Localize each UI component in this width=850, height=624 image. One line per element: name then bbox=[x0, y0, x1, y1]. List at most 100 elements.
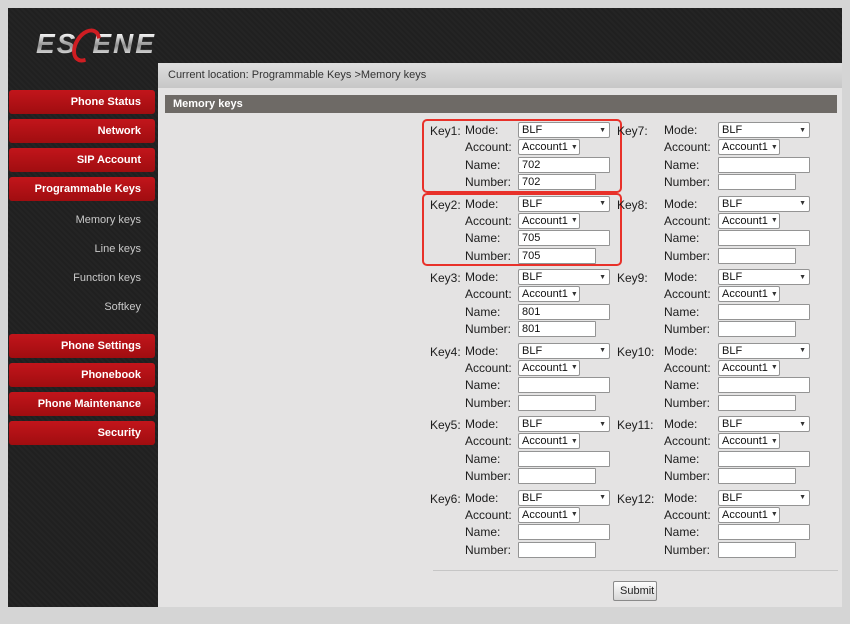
account-label: Account: bbox=[465, 139, 518, 154]
key-block-key6: Key6: Mode: BLF▼ Account: Account1▼ Name… bbox=[422, 487, 622, 561]
number-label: Number: bbox=[465, 468, 518, 483]
key7-number-input[interactable] bbox=[718, 174, 796, 190]
key4-name-input[interactable] bbox=[518, 377, 610, 393]
sidebar-item-function-keys[interactable]: Function keys bbox=[8, 264, 158, 293]
chevron-down-icon: ▼ bbox=[799, 494, 806, 501]
key2-account-select[interactable]: Account1▼ bbox=[518, 213, 580, 229]
name-label: Name: bbox=[465, 451, 518, 466]
chevron-down-icon: ▼ bbox=[799, 127, 806, 134]
account-label: Account: bbox=[465, 360, 518, 375]
key-block-key1-highlight-box: Key1: Mode: BLF▼ Account: Account1▼ Name… bbox=[422, 119, 622, 193]
submit-button[interactable]: Submit bbox=[613, 581, 657, 601]
key-block-key3: Key3: Mode: BLF▼ Account: Account1▼ Name… bbox=[422, 266, 622, 340]
key8-name-input[interactable] bbox=[718, 230, 810, 246]
mode-label: Mode: bbox=[465, 269, 518, 284]
name-label: Name: bbox=[664, 157, 718, 172]
chevron-down-icon: ▼ bbox=[571, 217, 578, 224]
account-label: Account: bbox=[664, 139, 718, 154]
sidebar-item-phone-status[interactable]: Phone Status bbox=[9, 90, 155, 114]
chevron-down-icon: ▼ bbox=[799, 347, 806, 354]
account-label: Account: bbox=[465, 433, 518, 448]
key2-mode-select[interactable]: BLF▼ bbox=[518, 196, 610, 212]
sidebar-item-network[interactable]: Network bbox=[9, 119, 155, 143]
account-label: Account: bbox=[664, 213, 718, 228]
key3-mode-select[interactable]: BLF▼ bbox=[518, 269, 610, 285]
key-label: Key10: bbox=[617, 343, 664, 412]
key1-mode-select[interactable]: BLF▼ bbox=[518, 122, 610, 138]
key6-mode-select[interactable]: BLF▼ bbox=[518, 490, 610, 506]
key12-number-input[interactable] bbox=[718, 542, 796, 558]
number-label: Number: bbox=[664, 248, 718, 263]
key-block-key11: Key11: Mode: BLF▼ Account: Account1▼ Nam… bbox=[609, 413, 809, 487]
key2-name-input[interactable] bbox=[518, 230, 610, 246]
key12-name-input[interactable] bbox=[718, 524, 810, 540]
sidebar-item-phone-maintenance[interactable]: Phone Maintenance bbox=[9, 392, 155, 416]
sidebar-item-security[interactable]: Security bbox=[9, 421, 155, 445]
key9-account-select[interactable]: Account1▼ bbox=[718, 286, 780, 302]
key6-account-select[interactable]: Account1▼ bbox=[518, 507, 580, 523]
key-label: Key12: bbox=[617, 490, 664, 559]
name-label: Name: bbox=[664, 230, 718, 245]
key5-number-input[interactable] bbox=[518, 468, 596, 484]
key4-number-input[interactable] bbox=[518, 395, 596, 411]
key12-mode-select[interactable]: BLF▼ bbox=[718, 490, 810, 506]
sidebar-item-line-keys[interactable]: Line keys bbox=[8, 235, 158, 264]
key8-mode-select[interactable]: BLF▼ bbox=[718, 196, 810, 212]
key6-number-input[interactable] bbox=[518, 542, 596, 558]
key1-account-select[interactable]: Account1▼ bbox=[518, 139, 580, 155]
account-label: Account: bbox=[664, 433, 718, 448]
account-label: Account: bbox=[465, 213, 518, 228]
sidebar-item-softkey[interactable]: Softkey bbox=[8, 293, 158, 322]
key4-account-select[interactable]: Account1▼ bbox=[518, 360, 580, 376]
key11-mode-select[interactable]: BLF▼ bbox=[718, 416, 810, 432]
key11-name-input[interactable] bbox=[718, 451, 810, 467]
key-block-key9: Key9: Mode: BLF▼ Account: Account1▼ Name… bbox=[609, 266, 809, 340]
key6-name-input[interactable] bbox=[518, 524, 610, 540]
key1-number-input[interactable] bbox=[518, 174, 596, 190]
key10-number-input[interactable] bbox=[718, 395, 796, 411]
sidebar-item-programmable-keys[interactable]: Programmable Keys bbox=[9, 177, 155, 201]
name-label: Name: bbox=[664, 524, 718, 539]
sidebar-item-phonebook[interactable]: Phonebook bbox=[9, 363, 155, 387]
number-label: Number: bbox=[465, 321, 518, 336]
key7-name-input[interactable] bbox=[718, 157, 810, 173]
key9-number-input[interactable] bbox=[718, 321, 796, 337]
key3-number-input[interactable] bbox=[518, 321, 596, 337]
key7-account-select[interactable]: Account1▼ bbox=[718, 139, 780, 155]
sidebar-item-phone-settings[interactable]: Phone Settings bbox=[9, 334, 155, 358]
account-label: Account: bbox=[664, 360, 718, 375]
number-label: Number: bbox=[664, 174, 718, 189]
key9-name-input[interactable] bbox=[718, 304, 810, 320]
key5-mode-select[interactable]: BLF▼ bbox=[518, 416, 610, 432]
key10-mode-select[interactable]: BLF▼ bbox=[718, 343, 810, 359]
key11-number-input[interactable] bbox=[718, 468, 796, 484]
key5-account-select[interactable]: Account1▼ bbox=[518, 433, 580, 449]
key10-name-input[interactable] bbox=[718, 377, 810, 393]
key3-account-select[interactable]: Account1▼ bbox=[518, 286, 580, 302]
account-label: Account: bbox=[465, 286, 518, 301]
number-label: Number: bbox=[664, 468, 718, 483]
key11-account-select[interactable]: Account1▼ bbox=[718, 433, 780, 449]
chevron-down-icon: ▼ bbox=[771, 364, 778, 371]
key3-name-input[interactable] bbox=[518, 304, 610, 320]
key8-number-input[interactable] bbox=[718, 248, 796, 264]
sidebar-item-memory-keys[interactable]: Memory keys bbox=[8, 206, 158, 235]
key12-account-select[interactable]: Account1▼ bbox=[718, 507, 780, 523]
key4-mode-select[interactable]: BLF▼ bbox=[518, 343, 610, 359]
account-label: Account: bbox=[664, 507, 718, 522]
key7-mode-select[interactable]: BLF▼ bbox=[718, 122, 810, 138]
key-block-key2-highlight-box: Key2: Mode: BLF▼ Account: Account1▼ Name… bbox=[422, 193, 622, 267]
key9-mode-select[interactable]: BLF▼ bbox=[718, 269, 810, 285]
key5-name-input[interactable] bbox=[518, 451, 610, 467]
key8-account-select[interactable]: Account1▼ bbox=[718, 213, 780, 229]
chevron-down-icon: ▼ bbox=[571, 438, 578, 445]
chevron-down-icon: ▼ bbox=[771, 438, 778, 445]
key10-account-select[interactable]: Account1▼ bbox=[718, 360, 780, 376]
key-block-key10: Key10: Mode: BLF▼ Account: Account1▼ Nam… bbox=[609, 340, 809, 414]
key1-name-input[interactable] bbox=[518, 157, 610, 173]
mode-label: Mode: bbox=[664, 490, 718, 505]
key2-number-input[interactable] bbox=[518, 248, 596, 264]
chevron-down-icon: ▼ bbox=[571, 291, 578, 298]
sidebar-item-sip-account[interactable]: SIP Account bbox=[9, 148, 155, 172]
logo-text-right: ENE bbox=[92, 28, 156, 60]
